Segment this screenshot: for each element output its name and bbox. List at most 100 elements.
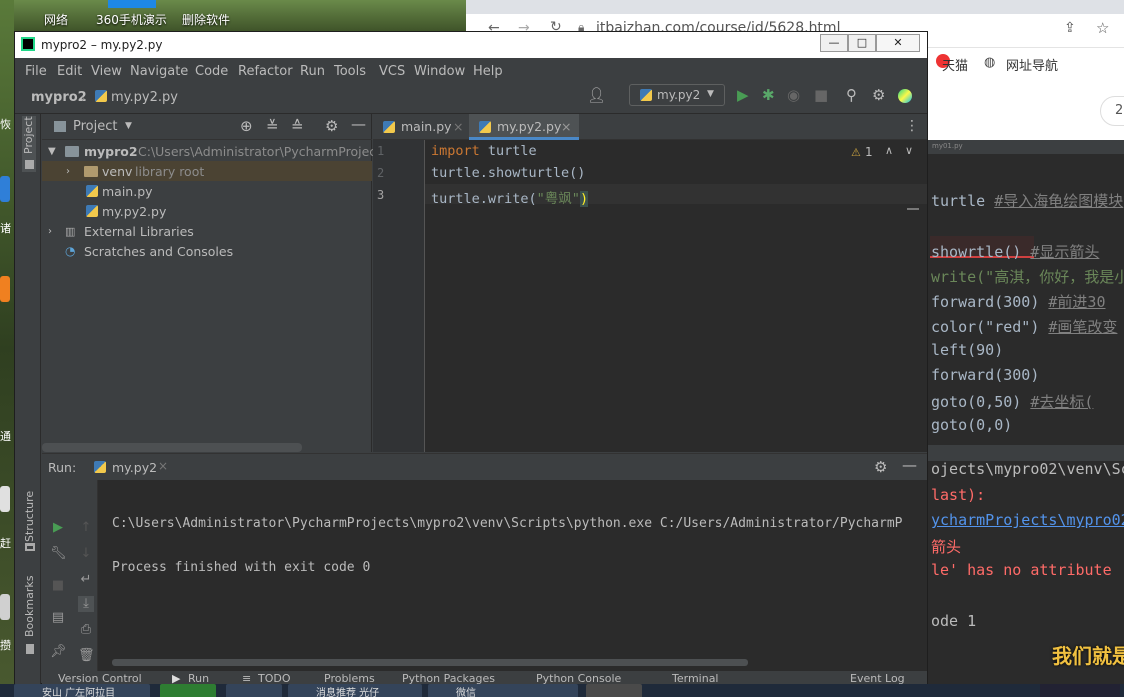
more-vertical-icon[interactable]: ⋮ [905,118,919,134]
close-icon[interactable]: × [453,119,463,134]
maximize-button[interactable]: □ [848,34,876,52]
expand-all-icon[interactable]: ≚ [266,117,279,135]
taskbar-item[interactable] [226,684,282,697]
stop-icon[interactable]: ■ [50,578,66,594]
tree-item-my-py2[interactable]: my.py2.py [42,201,372,221]
breadcrumb-file[interactable]: my.py2.py [111,90,178,105]
menu-edit[interactable]: Edit [57,64,82,79]
tree-item-main-py[interactable]: main.py [42,181,372,201]
stop-icon[interactable]: ■ [814,87,828,103]
video-output-line: le' has no attribute [931,561,1112,579]
code-editor[interactable]: 1 2 3 import turtle turtle.showturtle() … [373,140,927,452]
menu-window[interactable]: Window [414,64,465,79]
line-number: 2 [377,166,385,180]
warning-icon[interactable]: ⚠ [851,146,861,159]
tab-my-py2[interactable]: my.py2.py × [469,114,579,140]
tree-item-mypro2[interactable]: ▼ mypro2 C:\Users\Administrator\PycharmP… [42,141,392,161]
warning-count[interactable]: 1 [865,145,873,159]
tree-item-detail: library root [135,164,205,179]
taskbar-excel[interactable] [160,684,216,697]
desktop-icon-network[interactable]: 网络 [44,11,68,28]
hide-panel-icon[interactable]: — [902,456,917,474]
chevron-up-icon[interactable]: ∧ [885,144,893,157]
code-line[interactable]: import turtle [431,143,537,159]
structure-icon [25,543,35,551]
wrench-icon[interactable]: 🔧︎ [50,546,67,562]
hide-panel-icon[interactable]: — [351,115,366,133]
user-icon[interactable]: 👤︎ [587,87,606,103]
code-line[interactable]: turtle.write("粤飒") [431,187,589,207]
scroll-to-end-icon[interactable]: ⤓ [78,596,94,612]
project-view-selector[interactable]: Project [73,119,117,134]
pin-icon[interactable]: 📌︎ [50,644,67,660]
menu-view[interactable]: View [91,64,122,79]
menu-navigate[interactable]: Navigate [130,64,188,79]
print-icon[interactable]: ⎙ [78,622,94,638]
console-horizontal-scrollbar[interactable] [112,659,748,666]
gear-icon[interactable]: ⚙ [872,87,885,103]
menu-tools[interactable]: Tools [334,64,366,79]
gear-icon[interactable]: ⚙ [874,458,887,476]
browser-tab-strip[interactable] [466,0,1124,14]
close-icon[interactable]: × [561,119,571,134]
pycharm-window: mypro2 – my.py2.py — □ ✕ File Edit View … [14,31,928,686]
close-window-button[interactable]: ✕ [876,34,920,52]
locate-file-icon[interactable]: ⊕ [240,117,253,135]
project-tool-label[interactable]: Project [22,116,35,154]
video-code-line: showrtle() #显示箭头 [931,243,1100,261]
course-video[interactable]: my01.py turtle #导入海龟绘图模块 showrtle() #显示箭… [928,140,1124,685]
layout-icon[interactable]: ▤ [50,610,66,626]
close-icon[interactable]: × [158,459,168,473]
tree-item-venv[interactable]: › venv library root [42,161,372,181]
chevron-right-icon: › [66,166,70,177]
run-tab-label[interactable]: my.py2 [112,460,157,475]
arrow-up-icon[interactable]: ↑ [78,520,94,536]
code-line[interactable]: turtle.showturtle() [431,165,585,181]
menu-code[interactable]: Code [195,64,228,79]
menu-vcs[interactable]: VCS [379,64,405,79]
arrow-down-icon[interactable]: ↓ [78,546,94,562]
collapse-all-icon[interactable]: ≙ [291,117,304,135]
library-icon: ▥ [65,225,76,238]
desktop-icon-360[interactable]: 360手机演示 [96,11,167,28]
trash-icon[interactable]: 🗑︎ [78,648,95,664]
desktop-app-icon [0,594,10,620]
chevron-down-icon[interactable]: ∨ [905,144,913,157]
console-line: Process finished with exit code 0 [112,560,371,575]
bookmark-tmall[interactable]: 天猫 [942,55,968,74]
structure-tool-label[interactable]: Structure [23,491,36,542]
taskbar-pycharm[interactable] [586,684,642,697]
coverage-icon[interactable]: ◉ [787,87,800,103]
breadcrumb-project[interactable]: mypro2 [31,90,87,105]
rerun-icon[interactable]: ▶ [50,520,66,536]
taskbar-item[interactable]: 安山 广左阿拉目 [14,684,150,697]
star-icon[interactable]: ☆ [1096,19,1109,37]
chevron-down-icon[interactable]: ▼ [125,121,132,131]
run-icon[interactable]: ▶ [737,87,749,103]
tree-item-scratches[interactable]: ◔ Scratches and Consoles [42,241,372,261]
menu-run[interactable]: Run [300,64,325,79]
debug-icon[interactable]: ✱ [762,87,775,103]
taskbar-item[interactable]: 消息推荐 光仔 [288,684,422,697]
gear-icon[interactable]: ⚙ [325,117,338,135]
tree-item-label: Scratches and Consoles [84,244,234,259]
menu-file[interactable]: File [25,64,47,79]
desktop-icon-uninstall[interactable]: 删除软件 [182,11,230,28]
search-icon[interactable]: ⚲ [846,87,857,103]
menu-help[interactable]: Help [473,64,503,79]
bookmark-nav[interactable]: 网址导航 [1006,55,1058,74]
soft-wrap-icon[interactable]: ↵ [78,572,94,588]
system-tray[interactable] [1040,684,1120,697]
taskbar-wechat[interactable]: 微信 [428,684,578,697]
ide-logo-icon[interactable] [898,89,912,103]
minimize-button[interactable]: — [820,34,848,52]
page-pill-button[interactable]: 23 [1100,96,1124,126]
tab-label: my.py2.py [497,119,562,134]
project-horizontal-scrollbar[interactable] [42,443,302,452]
tree-item-external-libraries[interactable]: › ▥ External Libraries [42,221,372,241]
python-file-icon [479,121,491,136]
bookmarks-tool-label[interactable]: Bookmarks [23,576,36,637]
menu-refactor[interactable]: Refactor [238,64,293,79]
tab-main-py[interactable]: main.py × [373,114,469,140]
share-icon[interactable]: ⇪ [1064,20,1076,36]
